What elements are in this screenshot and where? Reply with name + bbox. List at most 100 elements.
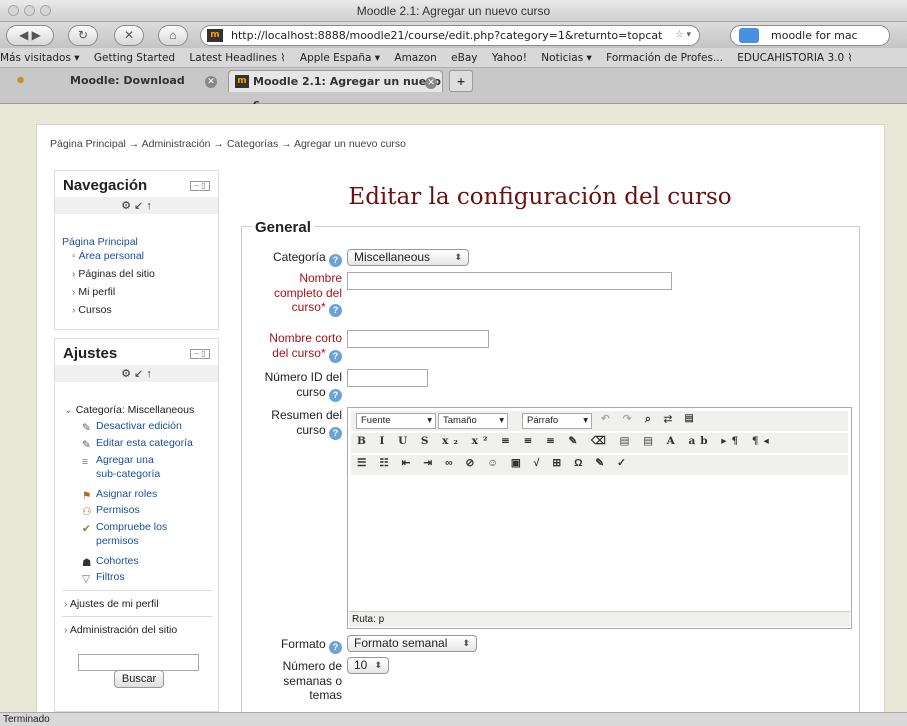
nav-item-perfil[interactable]: › Mi perfil <box>72 286 115 298</box>
label-text: del curso* <box>272 345 326 360</box>
divider <box>62 590 212 591</box>
tab-agregar-curso[interactable]: m Moodle 2.1: Agregar un nuevo c... ✕ <box>228 70 443 110</box>
breadcrumb[interactable]: Página Principal → Administración → Cate… <box>50 138 406 150</box>
help-icon[interactable]: ? <box>329 641 342 654</box>
cohorts-icon: ☗ <box>82 557 92 569</box>
label-text: completo del <box>273 285 342 300</box>
nav-item-paginas[interactable]: › Páginas del sitio <box>72 268 155 280</box>
fieldset-legend: General <box>252 219 314 236</box>
settings-category[interactable]: ⌄ Categoría: Miscellaneous <box>64 404 194 416</box>
tab-label: Moodle: Download <box>70 74 185 87</box>
settings-desactivar-edicion[interactable]: ✎ Desactivar edición <box>82 420 182 434</box>
settings-mi-perfil[interactable]: › Ajustes de mi perfil <box>64 598 159 610</box>
help-icon[interactable]: ? <box>329 388 342 402</box>
format-select[interactable]: Formato semanal ⬍ <box>347 635 477 652</box>
help-icon[interactable]: ? <box>329 349 342 363</box>
settings-filtros[interactable]: ▽ Filtros <box>82 571 125 585</box>
font-select[interactable]: Fuente ▾ <box>356 413 436 429</box>
close-tab-icon[interactable]: ✕ <box>205 76 217 88</box>
select-arrow-icon: ▾ <box>583 415 588 426</box>
weeks-select[interactable]: 10 ⬍ <box>347 657 389 674</box>
label-text: Resumen del <box>271 408 342 422</box>
settings-item-label: Compruebe los <box>96 521 168 533</box>
label-text: Formato <box>280 637 326 651</box>
close-tab-icon[interactable]: ✕ <box>425 77 437 89</box>
bookmark-item[interactable]: eBay <box>451 52 477 64</box>
insert-buttons[interactable]: ☰ ☷ ⇤ ⇥ ∞ ⊘ ☺ ▣ √ ⊞ Ω ✎ ✓ <box>357 457 631 469</box>
url-bar[interactable]: m http://localhost:8888/moodle21/course/… <box>200 25 700 46</box>
select-value: Párrafo <box>527 415 559 426</box>
search-bar[interactable]: moodle for mac <box>730 25 890 46</box>
undo-redo-icons[interactable]: ↶ ↷ <box>601 413 637 425</box>
bookmark-star-icon[interactable]: ☆ ▾ <box>676 26 691 45</box>
bookmark-item[interactable]: Latest Headlines ⌇ <box>189 52 285 64</box>
idnumber-label: Número ID del curso ? <box>265 370 342 402</box>
bookmark-item[interactable]: Noticias ▾ <box>541 52 592 64</box>
select-arrow-icon: ▾ <box>427 415 432 426</box>
settings-search-input[interactable] <box>78 654 199 671</box>
shortname-input[interactable] <box>347 330 489 348</box>
settings-agregar-subcategoria[interactable]: ≡ Agregar una sub-categoría <box>82 454 160 480</box>
settings-asignar-roles[interactable]: ⚑ Asignar roles <box>82 488 157 502</box>
block-control-icon[interactable]: – ▯ <box>190 181 210 191</box>
summary-editor[interactable]: Fuente ▾ Tamaño ▾ Párrafo ▾ ↶ ↷ ⌕ ⇄ ▤ B I U… <box>347 407 852 629</box>
category-label: Categoría ? <box>273 250 342 267</box>
permissions-icon: ⚇ <box>82 506 92 518</box>
help-icon[interactable]: ? <box>329 254 342 267</box>
find-replace-icons[interactable]: ⌕ ⇄ ▤ <box>645 413 698 426</box>
bookmark-item[interactable]: Getting Started <box>94 52 175 64</box>
bookmark-item[interactable]: Más visitados ▾ <box>0 52 80 64</box>
label-text: temas <box>309 688 342 702</box>
label-text: curso <box>296 422 326 437</box>
settings-item-label: Administración del sitio <box>69 624 178 636</box>
label-text: Nombre <box>299 271 342 285</box>
select-value: Formato semanal <box>354 636 448 650</box>
format-buttons[interactable]: B I U S x₂ x² ≡ ≡ ≡ ✎ ⌫ ▤ ▤ A ab ▸¶ ¶◂ <box>357 435 774 447</box>
bookmark-item[interactable]: Amazon <box>394 52 436 64</box>
nav-item-area-personal[interactable]: ▫ Área personal <box>72 250 144 262</box>
back-forward-button[interactable]: ◀ ▶ <box>6 25 54 46</box>
help-icon[interactable]: ? <box>329 304 342 317</box>
settings-item-label: Editar esta categoría <box>96 437 193 449</box>
block-control-icon[interactable]: – ▯ <box>190 349 210 359</box>
select-arrow-icon: ⬍ <box>374 660 382 670</box>
paragraph-select[interactable]: Párrafo ▾ <box>522 413 592 429</box>
help-icon[interactable]: ? <box>329 426 342 440</box>
settings-item-label: Asignar roles <box>96 488 158 500</box>
bookmark-item[interactable]: Formación de Profes... <box>606 52 723 64</box>
bookmark-item[interactable]: Apple España ▾ <box>300 52 380 64</box>
label-text: Categoría <box>272 250 326 264</box>
size-select[interactable]: Tamaño ▾ <box>438 413 508 429</box>
stop-button[interactable]: ✕ <box>114 25 144 46</box>
home-button[interactable]: ⌂ <box>158 25 188 46</box>
nav-item-cursos[interactable]: › Cursos <box>72 304 112 316</box>
settings-permisos[interactable]: ⚇ Permisos <box>82 504 140 518</box>
tab-moodle-download[interactable]: ✹ Moodle: Download ✕ <box>12 70 227 92</box>
shortname-label: Nombre corto del curso* ? <box>269 331 342 363</box>
bookmark-item[interactable]: Yahoo! <box>492 52 527 64</box>
nav-item-label: Mi perfil <box>78 286 116 298</box>
select-value: Miscellaneous <box>354 250 431 264</box>
label-text: Número de <box>282 659 342 673</box>
bookmark-item[interactable]: EDUCAHISTORIA 3.0 ⌇ <box>737 52 852 64</box>
search-button[interactable]: Buscar <box>114 670 164 688</box>
bullet-icon: ▫ <box>72 250 79 262</box>
settings-cohortes[interactable]: ☗ Cohortes <box>82 555 139 569</box>
settings-compruebe-permisos[interactable]: ✔ Compruebe los permisos <box>82 521 167 547</box>
check-permissions-icon: ✔ <box>82 523 91 535</box>
category-select[interactable]: Miscellaneous ⬍ <box>347 249 469 266</box>
reload-button[interactable]: ↻ <box>68 25 98 46</box>
block-move-icons[interactable]: ⚙ ↙ ↑ <box>55 365 218 382</box>
edit-icon: ✎ <box>82 439 91 451</box>
select-value: 10 <box>354 658 368 672</box>
settings-item-label: Desactivar edición <box>96 420 182 432</box>
settings-editar-categoria[interactable]: ✎ Editar esta categoría <box>82 437 193 451</box>
settings-item-label: sub-categoría <box>96 468 161 480</box>
settings-administracion-sitio[interactable]: › Administración del sitio <box>64 624 177 636</box>
fullname-input[interactable] <box>347 272 672 290</box>
idnumber-input[interactable] <box>347 369 428 387</box>
block-move-icons[interactable]: ⚙ ↙ ↑ <box>55 197 218 214</box>
nav-home-link[interactable]: Página Principal <box>62 236 138 248</box>
fullname-label: Nombre completo del curso* ? <box>274 271 342 317</box>
new-tab-button[interactable]: + <box>449 70 473 92</box>
